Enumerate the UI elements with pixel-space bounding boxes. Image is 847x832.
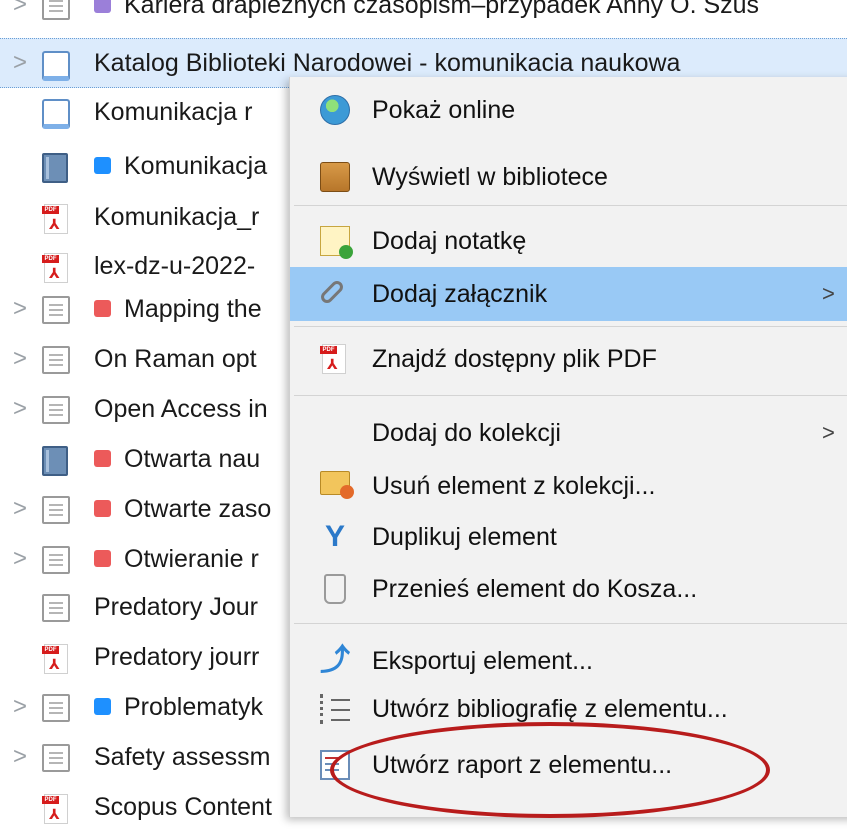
document-icon bbox=[42, 694, 70, 722]
item-title: Scopus Content bbox=[94, 792, 272, 821]
paperclip-icon bbox=[318, 278, 346, 306]
expand-chevron-icon[interactable]: > bbox=[9, 49, 31, 77]
menu-item-remove-from-collection[interactable]: Usuń element z kolekcji... bbox=[290, 461, 847, 511]
color-tag bbox=[94, 0, 111, 13]
item-title: On Raman opt bbox=[94, 344, 257, 373]
folder-remove-icon bbox=[320, 471, 354, 499]
menu-item-label: Duplikuj element bbox=[372, 522, 557, 551]
menu-item-label: Dodaj do kolekcji bbox=[372, 418, 561, 447]
menu-item-duplicate-item[interactable]: Y Duplikuj element bbox=[290, 513, 847, 561]
expand-chevron-icon[interactable]: > bbox=[9, 295, 31, 323]
menu-item-label: Eksportuj element... bbox=[372, 646, 593, 675]
bibliography-list-icon bbox=[320, 694, 350, 724]
duplicate-icon: Y bbox=[324, 520, 345, 553]
pdf-icon: PDF ⅄ bbox=[320, 344, 350, 374]
color-tag bbox=[94, 450, 111, 467]
menu-item-add-to-collection[interactable]: Dodaj do kolekcji > bbox=[290, 405, 847, 461]
color-tag bbox=[94, 698, 111, 715]
item-title: Problematyk bbox=[124, 692, 263, 721]
item-title: Komunikacja_r bbox=[94, 202, 260, 231]
expand-chevron-icon[interactable]: > bbox=[9, 545, 31, 573]
menu-separator bbox=[294, 326, 847, 327]
item-title: Predatory Jour bbox=[94, 592, 258, 621]
pdf-icon: PDF ⅄ bbox=[42, 644, 68, 674]
menu-item-label: Znajdź dostępny plik PDF bbox=[372, 344, 657, 373]
document-icon bbox=[42, 396, 70, 424]
add-note-icon bbox=[320, 226, 353, 259]
color-tag bbox=[94, 500, 111, 517]
list-item[interactable]: > Kariera drapieżnych czasopism–przypadek… bbox=[0, 0, 847, 30]
menu-item-export-item[interactable]: ⤴ Eksportuj element... bbox=[290, 633, 847, 689]
context-menu: Pokaż online Wyświetl w bibliotece Dodaj n… bbox=[289, 77, 847, 817]
menu-item-label: Utwórz bibliografię z elementu... bbox=[372, 694, 728, 723]
export-arrow-icon: ⤴ bbox=[320, 644, 350, 677]
pdf-icon: PDF ⅄ bbox=[42, 204, 68, 234]
menu-separator bbox=[294, 205, 847, 206]
menu-item-label: Wyświetl w bibliotece bbox=[372, 162, 608, 191]
menu-item-show-in-library[interactable]: Wyświetl w bibliotece bbox=[290, 149, 847, 205]
menu-item-add-note[interactable]: Dodaj notatkę bbox=[290, 215, 847, 267]
menu-item-label: Pokaż online bbox=[372, 95, 516, 124]
item-title: Otwieranie r bbox=[124, 544, 259, 573]
item-title: Otwarta nau bbox=[124, 444, 261, 473]
item-title: lex-dz-u-2022- bbox=[94, 251, 256, 280]
expand-chevron-icon[interactable]: > bbox=[9, 495, 31, 523]
submenu-chevron-icon: > bbox=[822, 420, 835, 445]
document-icon bbox=[42, 496, 70, 524]
item-title: Katalog Biblioteki Narodowei - komunikac… bbox=[94, 48, 681, 77]
color-tag bbox=[94, 300, 111, 317]
book-icon bbox=[42, 153, 68, 183]
expand-chevron-icon[interactable]: > bbox=[9, 345, 31, 373]
color-tag bbox=[94, 550, 111, 567]
item-title: Open Access in bbox=[94, 394, 268, 423]
web-page-icon bbox=[42, 99, 70, 129]
document-icon bbox=[42, 0, 70, 20]
item-title: Predatory jourr bbox=[94, 642, 260, 671]
color-tag bbox=[94, 157, 111, 174]
web-page-icon bbox=[42, 51, 70, 81]
globe-icon bbox=[320, 95, 350, 125]
book-icon bbox=[42, 446, 68, 476]
menu-separator bbox=[294, 623, 847, 624]
expand-chevron-icon[interactable]: > bbox=[9, 0, 31, 19]
document-icon bbox=[42, 744, 70, 772]
menu-item-label: Dodaj notatkę bbox=[372, 226, 527, 255]
pdf-icon: PDF ⅄ bbox=[42, 253, 68, 283]
item-title: Kariera drapieżnych czasopism–przypadek … bbox=[124, 0, 760, 19]
document-icon bbox=[42, 296, 70, 324]
expand-chevron-icon[interactable]: > bbox=[9, 693, 31, 721]
menu-item-label: Usuń element z kolekcji... bbox=[372, 471, 656, 500]
menu-separator bbox=[294, 395, 847, 396]
menu-item-add-attachment[interactable]: Dodaj załącznik > bbox=[290, 267, 847, 321]
trash-icon bbox=[324, 574, 346, 604]
library-box-icon bbox=[320, 162, 350, 192]
menu-item-find-pdf[interactable]: PDF ⅄ Znajdź dostępny plik PDF bbox=[290, 331, 847, 387]
menu-item-move-to-trash[interactable]: Przenieś element do Kosza... bbox=[290, 561, 847, 617]
menu-item-show-online[interactable]: Pokaż online bbox=[290, 85, 847, 135]
expand-chevron-icon[interactable]: > bbox=[9, 743, 31, 771]
document-icon bbox=[42, 594, 70, 622]
item-title: Otwarte zaso bbox=[124, 494, 272, 523]
menu-item-label: Przenieś element do Kosza... bbox=[372, 574, 698, 603]
menu-item-label: Dodaj załącznik bbox=[372, 279, 548, 308]
submenu-chevron-icon: > bbox=[822, 281, 835, 306]
item-title: Mapping the bbox=[124, 294, 262, 323]
document-icon bbox=[42, 546, 70, 574]
item-title: Safety assessm bbox=[94, 742, 271, 771]
highlight-ellipse-annotation bbox=[330, 722, 770, 818]
item-title: Komunikacja bbox=[124, 151, 268, 180]
expand-chevron-icon[interactable]: > bbox=[9, 395, 31, 423]
document-icon bbox=[42, 346, 70, 374]
item-title: Komunikacja r bbox=[94, 97, 253, 126]
